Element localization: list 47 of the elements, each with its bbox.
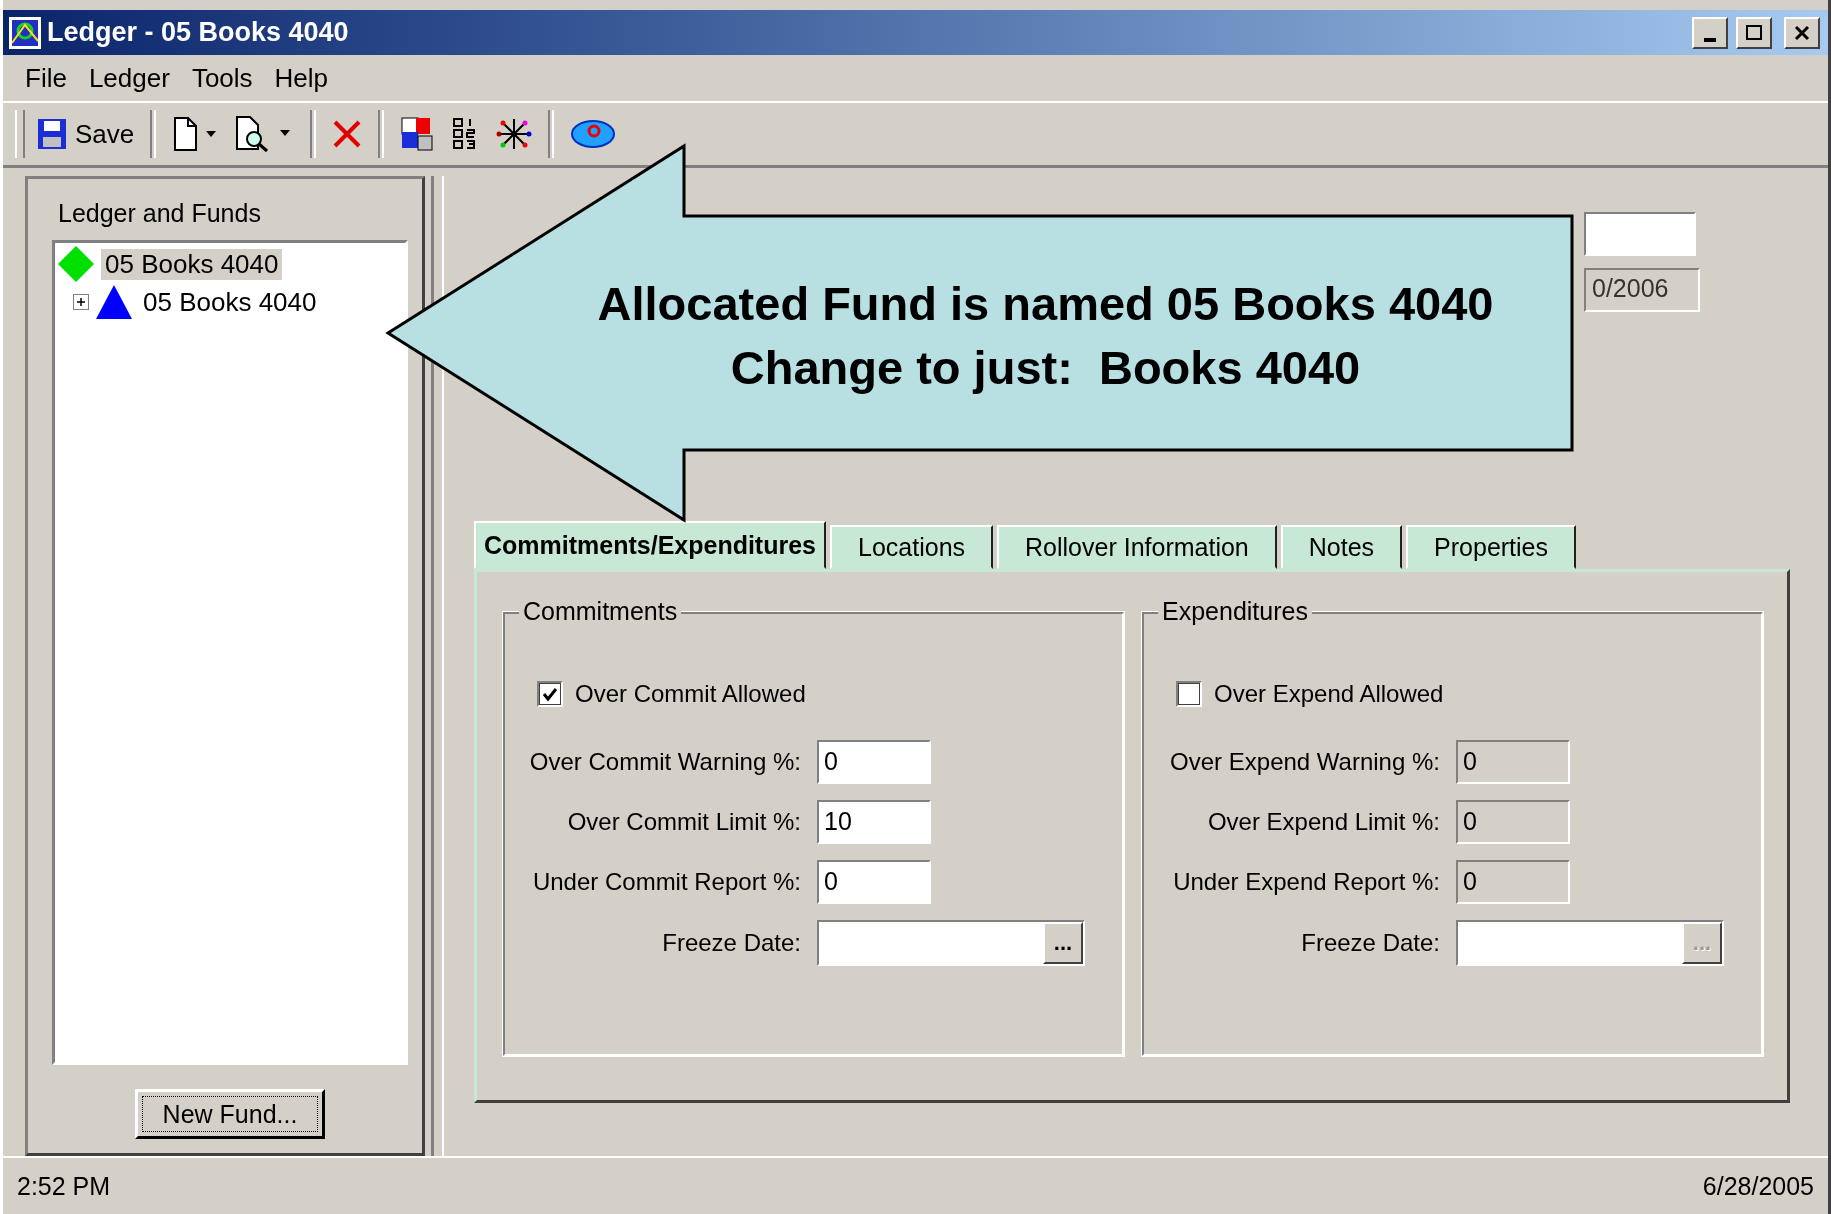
menu-item[interactable]: Tools (183, 62, 267, 94)
tab[interactable]: Rollover Information (997, 525, 1277, 569)
checkmark-icon (541, 685, 559, 703)
maximize-icon (1745, 23, 1763, 42)
text-field[interactable] (1584, 212, 1696, 256)
checkbox[interactable] (537, 681, 563, 707)
input-field[interactable]: 0 (817, 860, 931, 904)
tree-item[interactable]: 05 Books 4040 (139, 286, 321, 318)
field-label: Over Expend Limit %: (1206, 808, 1440, 836)
checkbox-label: Over Expend Allowed (1214, 680, 1444, 708)
tab[interactable]: Notes (1280, 525, 1403, 569)
tree-item[interactable]: 05 Books 4040 (101, 248, 283, 280)
input-field[interactable]: 10 (817, 800, 931, 844)
field-label: Freeze Date: (661, 929, 801, 957)
browse-button[interactable]: ... (1043, 922, 1083, 964)
field-label: Over Expend Warning %: (1169, 748, 1440, 776)
tab[interactable]: Properties (1406, 525, 1577, 569)
field-label: Freeze Date: (1300, 929, 1440, 957)
field-label: Under Commit Report %: (531, 868, 801, 896)
minimize-icon (1704, 37, 1716, 42)
input-field[interactable]: 0 (817, 740, 931, 784)
close-button[interactable] (1784, 16, 1820, 49)
menu-item[interactable]: Help (266, 62, 343, 94)
tab[interactable]: Locations (830, 525, 994, 569)
panel-title: Ledger and Funds (57, 199, 262, 228)
window-title: Ledger - 05 Books 4040 (47, 17, 350, 48)
field-label: Over Commit Warning %: (528, 748, 801, 776)
callout-text: Allocated Fund is named 05 Books 4040 (596, 280, 1495, 327)
maximize-button[interactable] (1736, 16, 1772, 49)
tab[interactable]: Commitments/Expenditures (474, 521, 826, 569)
save-button[interactable]: Save (33, 116, 139, 152)
close-icon (1793, 23, 1811, 42)
triangle-icon (95, 284, 133, 320)
minimize-button[interactable] (1692, 16, 1728, 49)
checkbox-label: Over Commit Allowed (575, 680, 806, 708)
menu-item[interactable]: Ledger (80, 62, 184, 94)
expand-icon[interactable] (73, 294, 89, 310)
diamond-icon (57, 245, 95, 283)
toolbar-grip[interactable] (15, 110, 25, 158)
app-icon (9, 16, 41, 49)
menu-item[interactable]: File (17, 62, 81, 94)
field-label: Over Commit Limit %: (566, 808, 801, 836)
status-time: 2:52 PM (17, 1171, 111, 1201)
status-date: 6/28/2005 (1702, 1171, 1814, 1201)
new-fund-button[interactable]: New Fund... (135, 1089, 325, 1139)
field-label: Under Expend Report %: (1172, 868, 1440, 896)
date-field[interactable]: ... (817, 920, 1085, 966)
